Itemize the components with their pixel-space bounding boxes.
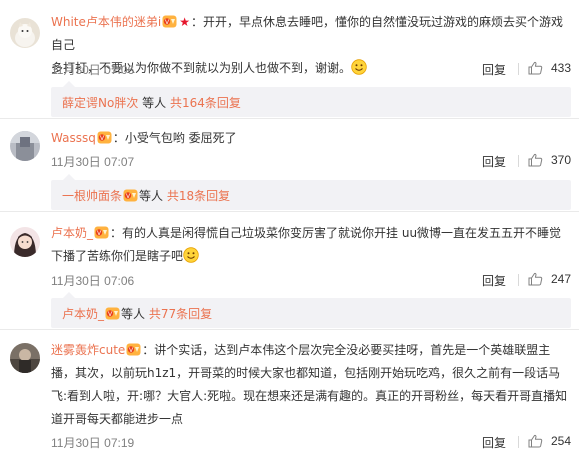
thumbs-up-icon[interactable] — [528, 272, 543, 286]
username-link[interactable]: 卢本奶_ — [51, 226, 93, 240]
reply-button[interactable]: 回复 — [482, 61, 506, 78]
star-icon: ★ — [179, 15, 190, 29]
reply-button[interactable]: 回复 — [482, 153, 506, 170]
like-count[interactable]: 254 — [551, 434, 571, 448]
comment-text-cont: 播，其次，以前玩h1z1，开哥菜的时候大家也都知道，包括刚开始玩吃鸡，很久之前有… — [51, 366, 561, 380]
divider — [0, 329, 579, 330]
avatar[interactable] — [10, 227, 40, 257]
comment-text-cont: 下播了苦练你们是瞎子吧 — [51, 249, 184, 263]
separator — [518, 274, 519, 286]
like-count[interactable]: 370 — [551, 153, 571, 167]
divider — [0, 118, 579, 119]
cat-avatar-icon — [10, 18, 40, 48]
sub-reply-count[interactable]: 共18条回复 — [167, 189, 230, 203]
thumbs-up-icon[interactable] — [528, 153, 543, 167]
sub-replies-box[interactable]: 卢本奶_ 等人 共77条回复 — [51, 292, 571, 328]
reply-button[interactable]: 回复 — [482, 272, 506, 289]
separator — [518, 63, 519, 75]
separator — [518, 155, 519, 167]
sub-reply-user[interactable]: 一根帅面条 — [62, 189, 122, 203]
vip-badge-icon[interactable] — [105, 307, 120, 320]
timestamp: 11月30日 07:06 — [51, 63, 135, 77]
sub-reply-mid: 等人 — [139, 189, 164, 203]
reply-button[interactable]: 回复 — [482, 434, 506, 451]
vip-badge-icon[interactable] — [94, 226, 109, 239]
sub-replies-box[interactable]: 一根帅面条 等人 共18条回复 — [51, 174, 571, 210]
separator — [518, 436, 519, 448]
comment-text: ：有的人真是闲得慌自己垃圾菜你变厉害了就说你开挂 uu微博一直在发五五开不睡觉 — [110, 226, 562, 240]
sub-reply-count[interactable]: 共164条回复 — [170, 96, 241, 110]
like-count[interactable]: 247 — [551, 272, 571, 286]
vip-badge-icon[interactable] — [162, 15, 177, 28]
avatar[interactable] — [10, 131, 40, 161]
vip-badge-icon[interactable] — [97, 131, 112, 144]
sub-reply-mid: 等人 — [142, 96, 167, 110]
vip-badge-icon[interactable] — [123, 189, 138, 202]
thumbs-up-icon[interactable] — [528, 61, 543, 75]
sub-replies-box[interactable]: 薛定谔No胖次 等人 共164条回复 — [51, 81, 571, 117]
sub-reply-user[interactable]: 卢本奶_ — [62, 307, 104, 321]
girl-avatar-icon — [10, 227, 40, 257]
comment-text-cont: 道开哥每天都能进步一点 — [51, 412, 184, 426]
smile-emoji-icon — [183, 247, 199, 263]
timestamp: 11月30日 07:06 — [51, 274, 135, 288]
avatar[interactable] — [10, 18, 40, 48]
timestamp: 11月30日 07:19 — [51, 436, 135, 450]
comment-text-cont: 飞:看到人啦，开:哪？大官人:死啦。现在想来还是满有趣的。真正的开哥粉丝，每天看… — [51, 389, 568, 403]
thumbs-up-icon[interactable] — [528, 434, 543, 448]
avatar[interactable] — [10, 343, 40, 373]
username-link[interactable]: White卢本伟的迷弟i — [51, 15, 161, 29]
sub-reply-user[interactable]: 薛定谔No胖次 — [62, 96, 138, 110]
timestamp: 11月30日 07:07 — [51, 155, 135, 169]
sub-reply-mid: 等人 — [121, 307, 146, 321]
sub-reply-count[interactable]: 共77条回复 — [149, 307, 212, 321]
vip-badge-icon[interactable] — [126, 343, 141, 356]
photo-avatar-icon — [10, 343, 40, 373]
photo-avatar-icon — [10, 131, 40, 161]
username-link[interactable]: 迷雾轰炸cute — [51, 343, 125, 357]
like-count[interactable]: 433 — [551, 61, 571, 75]
comment-text: ：讲个实话，达到卢本伟这个层次完全没必要买挂呀，首先是一个英雄联盟主 — [142, 343, 551, 357]
username-link[interactable]: Wasssq — [51, 131, 96, 145]
comment-text: ：小受气包哟 委屈死了 — [112, 131, 237, 145]
divider — [0, 211, 579, 212]
